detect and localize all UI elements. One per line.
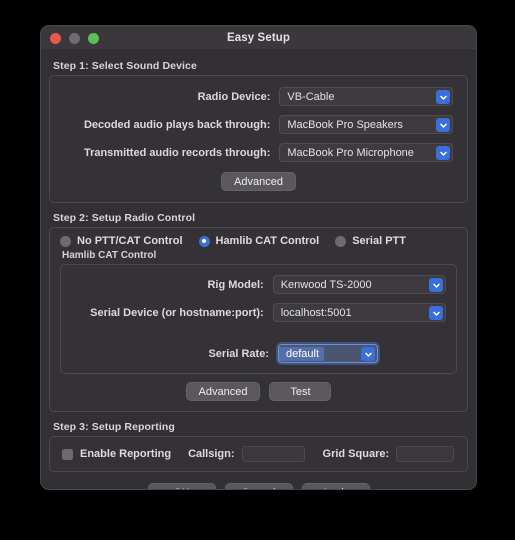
serial-device-select[interactable]: localhost:5001 xyxy=(272,303,446,322)
callsign-input[interactable] xyxy=(241,446,305,462)
chevron-down-icon[interactable] xyxy=(361,347,375,361)
easy-setup-window: Easy Setup Step 1: Select Sound Device R… xyxy=(40,25,477,490)
chevron-down-icon[interactable] xyxy=(429,278,443,292)
chevron-down-icon[interactable] xyxy=(436,90,450,104)
rig-model-row: Rig Model: Kenwood TS-2000 xyxy=(71,275,446,294)
dialog-button-bar: OK Cancel Apply xyxy=(49,472,468,489)
record-device-row: Transmitted audio records through: MacBo… xyxy=(64,143,453,162)
callsign-label: Callsign: xyxy=(188,448,235,460)
sound-advanced-button[interactable]: Advanced xyxy=(221,172,296,191)
radio-device-value: VB-Cable xyxy=(287,90,335,103)
radio-device-select[interactable]: VB-Cable xyxy=(279,87,453,106)
playback-device-value: MacBook Pro Speakers xyxy=(287,118,403,131)
radio-device-label: Radio Device: xyxy=(197,90,271,103)
playback-device-label: Decoded audio plays back through: xyxy=(83,118,271,131)
close-button[interactable] xyxy=(50,32,61,44)
radio-serial-ptt[interactable]: Serial PTT xyxy=(335,235,406,247)
radio-no-ptt-cat[interactable]: No PTT/CAT Control xyxy=(60,235,183,247)
rig-model-select[interactable]: Kenwood TS-2000 xyxy=(272,275,446,294)
ok-button[interactable]: OK xyxy=(147,483,216,489)
cancel-button[interactable]: Cancel xyxy=(224,483,293,489)
serial-device-value: localhost:5001 xyxy=(280,306,352,319)
record-device-select[interactable]: MacBook Pro Microphone xyxy=(279,143,453,162)
chevron-down-icon[interactable] xyxy=(436,118,450,132)
window-titlebar: Easy Setup xyxy=(41,26,476,51)
minimize-button[interactable] xyxy=(69,32,80,44)
cat-test-button[interactable]: Test xyxy=(269,382,332,401)
serial-device-label: Serial Device (or hostname:port): xyxy=(90,306,264,319)
serial-device-row: Serial Device (or hostname:port): localh… xyxy=(71,303,446,322)
radio-indicator-icon xyxy=(335,235,347,247)
playback-device-select[interactable]: MacBook Pro Speakers xyxy=(279,115,453,134)
hamlib-group-label: Hamlib CAT Control xyxy=(62,250,157,261)
step3-group: Enable Reporting Callsign: Grid Square: xyxy=(49,436,468,472)
step2-group: No PTT/CAT Control Hamlib CAT Control Se… xyxy=(49,227,468,412)
radio-device-row: Radio Device: VB-Cable xyxy=(64,87,453,106)
hamlib-section: Hamlib CAT Control Rig Model: Kenwood TS… xyxy=(50,250,467,382)
radio-hamlib-cat-label: Hamlib CAT Control xyxy=(215,235,320,247)
radio-indicator-icon xyxy=(60,235,71,247)
chevron-down-icon[interactable] xyxy=(429,306,443,320)
radio-serial-ptt-label: Serial PTT xyxy=(352,235,406,247)
traffic-light-group xyxy=(50,32,99,44)
serial-rate-row: Serial Rate: default xyxy=(71,344,446,363)
step1-button-bar: Advanced xyxy=(64,172,453,191)
record-device-value: MacBook Pro Microphone xyxy=(287,146,414,159)
serial-rate-label: Serial Rate: xyxy=(208,347,269,360)
rig-model-value: Kenwood TS-2000 xyxy=(280,278,372,291)
grid-square-label: Grid Square: xyxy=(322,448,390,460)
grid-square-input[interactable] xyxy=(396,446,455,462)
step1-label: Step 1: Select Sound Device xyxy=(53,60,197,72)
zoom-button[interactable] xyxy=(88,32,99,44)
serial-rate-select[interactable]: default xyxy=(278,344,378,363)
step3-label: Step 3: Setup Reporting xyxy=(53,421,175,433)
step1-group: Radio Device: VB-Cable Decoded audio pla… xyxy=(49,75,468,203)
radio-hamlib-cat[interactable]: Hamlib CAT Control xyxy=(198,235,320,247)
step2-button-bar: Advanced Test xyxy=(50,382,467,411)
enable-reporting-checkbox[interactable] xyxy=(62,448,73,460)
cat-advanced-button[interactable]: Advanced xyxy=(185,382,261,401)
reporting-row: Enable Reporting Callsign: Grid Square: xyxy=(50,437,467,471)
playback-device-row: Decoded audio plays back through: MacBoo… xyxy=(64,115,453,134)
record-device-label: Transmitted audio records through: xyxy=(83,146,271,159)
hamlib-group: Rig Model: Kenwood TS-2000 Serial Device… xyxy=(60,264,457,374)
enable-reporting-label: Enable Reporting xyxy=(80,448,172,460)
window-title: Easy Setup xyxy=(227,32,290,44)
window-body: Step 1: Select Sound Device Radio Device… xyxy=(41,51,476,489)
chevron-down-icon[interactable] xyxy=(436,146,450,160)
step2-label: Step 2: Setup Radio Control xyxy=(53,212,196,224)
apply-button[interactable]: Apply xyxy=(301,483,370,489)
radio-no-ptt-cat-label: No PTT/CAT Control xyxy=(77,235,183,247)
ptt-mode-radio-group: No PTT/CAT Control Hamlib CAT Control Se… xyxy=(50,228,467,250)
serial-rate-value: default xyxy=(279,346,325,361)
radio-indicator-selected-icon xyxy=(198,235,210,247)
rig-model-label: Rig Model: xyxy=(207,278,264,291)
